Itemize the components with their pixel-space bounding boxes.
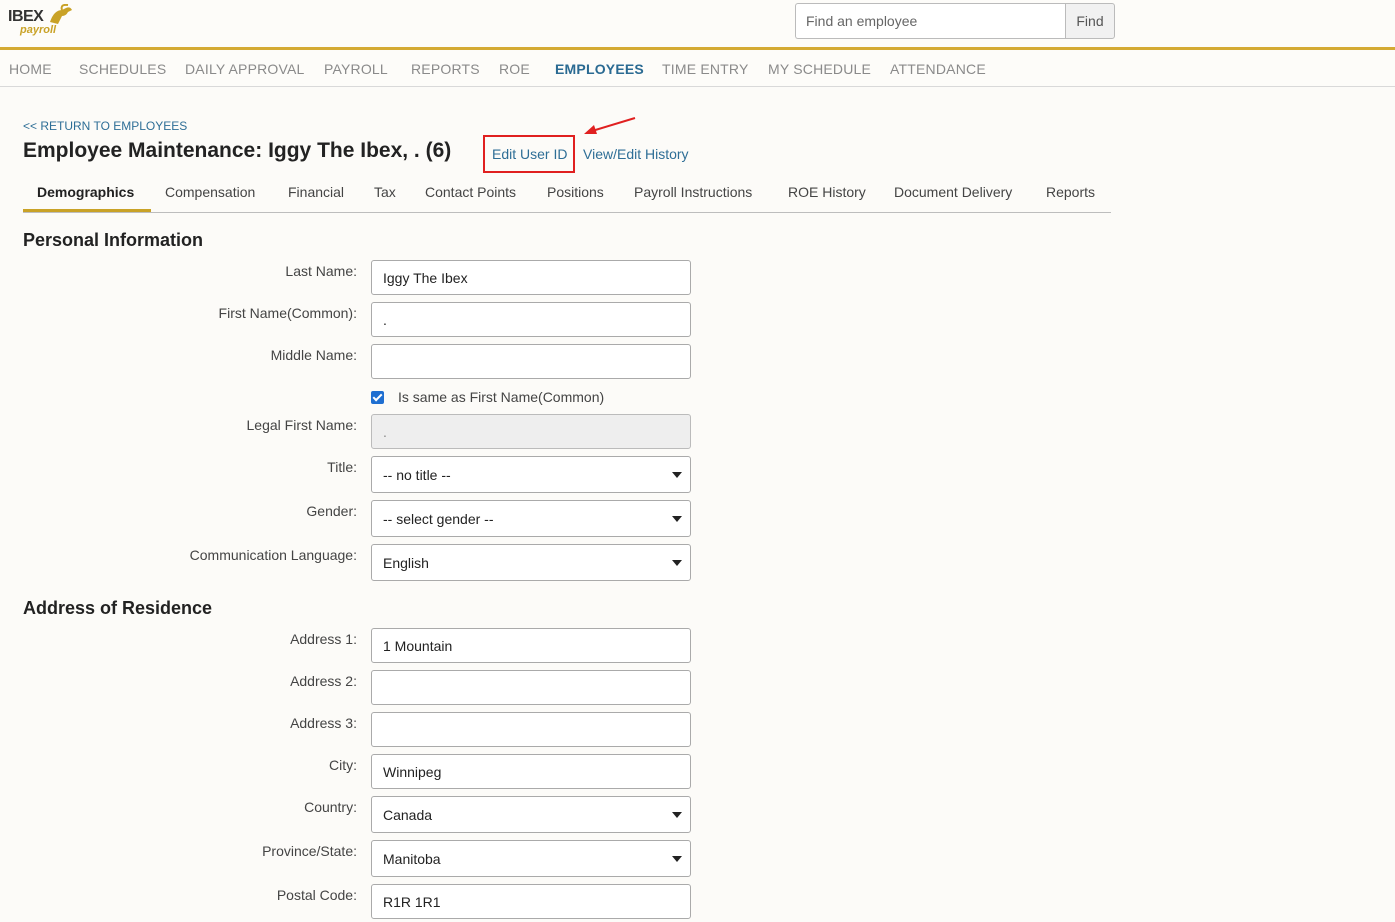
title-value: -- no title -- <box>383 466 451 483</box>
find-button[interactable]: Find <box>1065 3 1115 39</box>
communication-language-label: Communication Language: <box>189 547 357 563</box>
address2-label: Address 2: <box>290 673 357 689</box>
nav-reports[interactable]: REPORTS <box>411 61 480 77</box>
page-title: Employee Maintenance: Iggy The Ibex, . (… <box>23 139 452 162</box>
personal-information-heading: Personal Information <box>23 230 204 250</box>
gender-select[interactable]: -- select gender -- <box>371 500 691 537</box>
main-nav: HOME SCHEDULES DAILY APPROVAL PAYROLL RE… <box>0 50 1395 87</box>
dropdown-caret-icon <box>672 856 682 862</box>
nav-attendance[interactable]: ATTENDANCE <box>890 61 986 77</box>
country-value: Canada <box>383 806 433 823</box>
nav-daily-approval[interactable]: DAILY APPROVAL <box>185 61 305 77</box>
first-name-field[interactable]: . <box>371 302 691 337</box>
tab-compensation[interactable]: Compensation <box>165 184 255 200</box>
address2-field[interactable] <box>371 670 691 705</box>
nav-roe[interactable]: ROE <box>499 61 530 77</box>
communication-language-select[interactable]: English <box>371 544 691 581</box>
same-as-first-name-label: Is same as First Name(Common) <box>398 389 605 405</box>
country-label: Country: <box>304 799 357 815</box>
tab-roe-history[interactable]: ROE History <box>788 184 866 200</box>
nav-schedules[interactable]: SCHEDULES <box>79 61 166 77</box>
return-to-employees-link[interactable]: << RETURN TO EMPLOYEES <box>23 119 187 133</box>
last-name-label: Last Name: <box>285 263 357 279</box>
nav-employees[interactable]: EMPLOYEES <box>555 61 644 77</box>
tab-tax[interactable]: Tax <box>374 184 396 200</box>
dropdown-caret-icon <box>672 560 682 566</box>
address1-label: Address 1: <box>290 631 357 647</box>
search-input[interactable] <box>795 3 1065 39</box>
province-label: Province/State: <box>262 843 357 859</box>
postal-code-field[interactable]: R1R 1R1 <box>371 884 691 919</box>
gender-value: -- select gender -- <box>383 510 494 527</box>
ibex-icon <box>50 4 72 25</box>
middle-name-field[interactable] <box>371 344 691 379</box>
tab-demographics[interactable]: Demographics <box>37 184 134 200</box>
city-field[interactable]: Winnipeg <box>371 754 691 789</box>
annotation-arrow-icon <box>584 117 636 134</box>
employee-search: Find <box>795 3 1115 39</box>
middle-name-label: Middle Name: <box>270 347 357 363</box>
title-label: Title: <box>327 459 357 475</box>
address-of-residence-heading: Address of Residence <box>23 598 213 618</box>
nav-my-schedule[interactable]: MY SCHEDULE <box>768 61 871 77</box>
nav-home[interactable]: HOME <box>9 61 52 77</box>
first-name-value: . <box>383 311 387 328</box>
view-edit-history-link[interactable]: View/Edit History <box>583 146 689 162</box>
communication-language-value: English <box>383 554 429 571</box>
nav-time-entry[interactable]: TIME ENTRY <box>662 61 749 77</box>
same-as-first-name-option: Is same as First Name(Common) <box>371 389 604 405</box>
tab-contact-points[interactable]: Contact Points <box>425 184 516 200</box>
tab-payroll-instructions[interactable]: Payroll Instructions <box>634 184 752 200</box>
ibex-payroll-logo[interactable]: IBEX payroll <box>8 4 72 40</box>
top-header: IBEX payroll Find <box>0 0 1395 48</box>
active-tab-indicator <box>23 209 151 212</box>
tab-financial[interactable]: Financial <box>288 184 344 200</box>
province-value: Manitoba <box>383 850 441 867</box>
province-select[interactable]: Manitoba <box>371 840 691 877</box>
nav-payroll[interactable]: PAYROLL <box>324 61 388 77</box>
postal-code-label: Postal Code: <box>276 887 357 903</box>
legal-first-name-value: . <box>383 423 387 440</box>
edit-user-id-link[interactable]: Edit User ID <box>492 146 567 162</box>
address3-field[interactable] <box>371 712 691 747</box>
last-name-field[interactable]: Iggy The Ibex <box>371 260 691 295</box>
postal-code-value: R1R 1R1 <box>383 893 441 910</box>
title-select[interactable]: -- no title -- <box>371 456 691 493</box>
address1-value: 1 Mountain <box>383 637 453 654</box>
dropdown-caret-icon <box>672 472 682 478</box>
first-name-label: First Name(Common): <box>218 305 357 321</box>
city-label: City: <box>329 757 357 773</box>
dropdown-caret-icon <box>672 516 682 522</box>
address3-label: Address 3: <box>290 715 357 731</box>
tab-positions[interactable]: Positions <box>547 184 604 200</box>
tab-document-delivery[interactable]: Document Delivery <box>894 184 1012 200</box>
dropdown-caret-icon <box>672 812 682 818</box>
legal-first-name-label: Legal First Name: <box>246 417 357 433</box>
address1-field[interactable]: 1 Mountain <box>371 628 691 663</box>
legal-first-name-field: . <box>371 414 691 449</box>
city-value: Winnipeg <box>383 763 442 780</box>
gender-label: Gender: <box>306 503 357 519</box>
tab-reports[interactable]: Reports <box>1046 184 1095 200</box>
same-as-first-name-checkbox[interactable] <box>371 390 384 404</box>
country-select[interactable]: Canada <box>371 796 691 833</box>
last-name-value: Iggy The Ibex <box>383 269 468 286</box>
employee-tabs: Demographics Compensation Financial Tax … <box>23 172 1111 213</box>
